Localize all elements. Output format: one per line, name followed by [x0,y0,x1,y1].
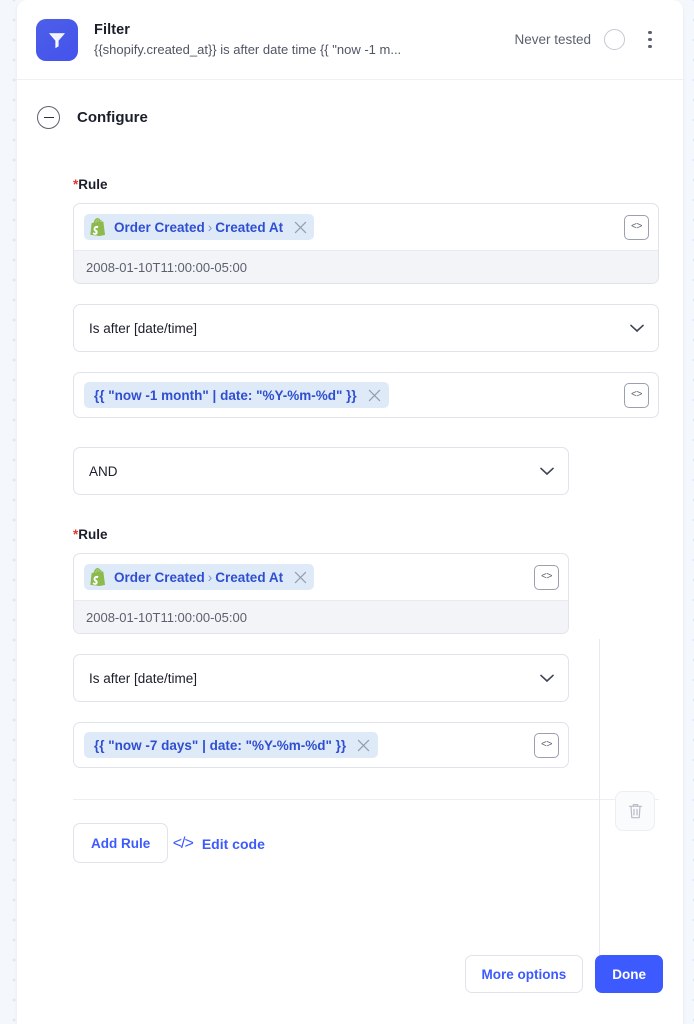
status-badge: Never tested [514,32,591,47]
section-divider [73,799,659,800]
rule-token-1[interactable]: Order Created › Created At [84,214,315,240]
shopify-icon [90,568,106,586]
filter-icon [36,18,78,61]
rule-group: *Rule Order Created › Created At <> 2008… [73,177,683,984]
header-text: Filter {{shopify.created_at}} is after d… [94,21,514,59]
empty-circle-icon[interactable] [604,29,625,50]
value-token-2[interactable]: {{ "now -7 days" | date: "%Y-%m-%d" }} [84,732,379,758]
more-options-button[interactable]: More options [464,955,584,993]
rule-sample-value-1: 2008-01-10T11:00:00-05:00 [74,250,658,283]
rule-field-1[interactable]: Order Created › Created At <> 2008-01-10T1… [73,203,659,284]
value-field-2[interactable]: {{ "now -7 days" | date: "%Y-%m-%d" }} <… [73,722,569,768]
delete-rule-button[interactable] [615,791,655,831]
shopify-icon [90,218,106,236]
action-card: Filter {{shopify.created_at}} is after d… [17,0,683,1024]
done-button[interactable]: Done [595,955,663,993]
close-icon[interactable] [294,221,307,234]
rule-field-2[interactable]: Order Created › Created At <> 2008-01-10T1… [73,553,569,634]
value-token-2-text: {{ "now -7 days" | date: "%Y-%m-%d" }} [94,737,347,753]
rule-field-1-top: Order Created › Created At <> [74,204,658,250]
breadcrumb-separator: › [207,219,213,235]
footer-actions: More options Done [464,955,663,993]
configure-body: *Rule Order Created › Created At <> 2008… [17,177,683,984]
group-divider [599,639,600,984]
value-token-1-text: {{ "now -1 month" | date: "%Y-%m-%d" }} [94,387,357,403]
rule-field-2-top: Order Created › Created At <> [74,554,568,600]
configure-section-header[interactable]: Configure [17,80,683,129]
chevron-down-icon [540,674,554,682]
rule-label-text: Rule [78,527,108,542]
trash-icon [628,804,642,819]
edit-code-link[interactable]: </> Edit code [173,835,265,853]
chevron-down-icon [630,324,644,332]
code-brackets-icon[interactable]: <> [534,732,559,758]
rule-label-2: *Rule [73,527,683,542]
rule-label-1: *Rule [73,177,683,192]
close-icon[interactable] [294,571,307,584]
rule-token-2[interactable]: Order Created › Created At [84,564,315,590]
add-rule-button[interactable]: Add Rule [73,823,169,863]
value-token-1[interactable]: {{ "now -1 month" | date: "%Y-%m-%d" }} [84,382,389,408]
operator-select-1[interactable]: Is after [date/time] [73,304,659,352]
logic-operator-select[interactable]: AND [73,447,569,495]
card-header[interactable]: Filter {{shopify.created_at}} is after d… [17,0,683,80]
header-subtitle: {{shopify.created_at}} is after date tim… [94,41,402,57]
rule-token-1-text: Order Created › Created At [114,219,284,235]
code-brackets-icon[interactable]: <> [534,564,559,590]
breadcrumb-separator: › [207,569,213,585]
code-brackets-icon[interactable]: <> [624,382,649,408]
code-brackets-icon[interactable]: <> [624,214,649,240]
circle-minus-icon[interactable] [37,106,60,129]
minus-bar [43,116,54,119]
close-icon[interactable] [368,389,381,402]
rule-label-text: Rule [78,177,108,192]
close-icon[interactable] [357,739,370,752]
page-title: Filter [94,21,131,38]
chevron-down-icon [540,467,554,475]
kebab-menu-icon[interactable] [637,25,663,55]
operator-select-1-value: Is after [date/time] [89,320,198,336]
kebab-dot [648,31,652,35]
logic-operator-value: AND [89,463,118,479]
kebab-dot [648,44,652,48]
operator-select-2-value: Is after [date/time] [89,670,198,686]
filter-icon-glyph [49,32,65,48]
value-field-1[interactable]: {{ "now -1 month" | date: "%Y-%m-%d" }} … [73,372,659,418]
section-title: Configure [77,109,148,126]
edit-code-label: Edit code [201,835,265,852]
kebab-dot [648,37,652,42]
rule-token-2-text: Order Created › Created At [114,569,284,585]
rule-sample-value-2: 2008-01-10T11:00:00-05:00 [74,600,568,633]
code-angle-icon: </> [172,834,194,852]
operator-select-2[interactable]: Is after [date/time] [73,654,569,702]
